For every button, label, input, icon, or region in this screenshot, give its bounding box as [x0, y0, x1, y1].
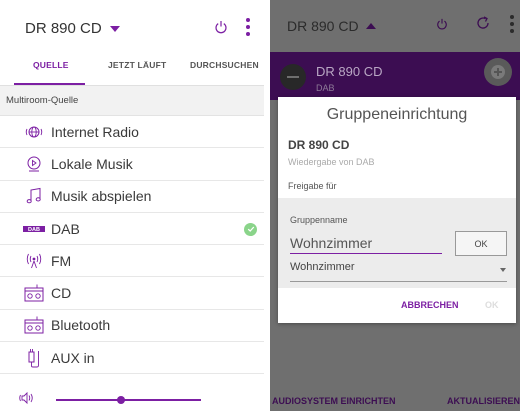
source-item-cd[interactable]: CD [0, 277, 264, 310]
check-icon [244, 222, 257, 236]
source-label: AUX in [51, 349, 95, 366]
right-topbar: DR 890 CD [270, 0, 520, 52]
more-menu-icon[interactable] [510, 15, 514, 36]
volume-slider-handle[interactable] [117, 396, 126, 404]
section-label: Multiroom-Quelle [0, 86, 264, 116]
device-selector-label[interactable]: DR 890 CD [25, 20, 102, 37]
confirm-button[interactable]: OK [485, 300, 499, 310]
source-label: CD [51, 285, 72, 302]
source-item-aux-in[interactable]: AUX in [0, 342, 264, 375]
tab-jetzt-laeuft[interactable]: JETZT LÄUFT [108, 60, 166, 70]
volume-icon [19, 391, 35, 410]
device-card-name: DR 890 CD [316, 64, 383, 79]
source-item-dab[interactable]: DAB DAB [0, 213, 264, 246]
source-tabs: QUELLE JETZT LÄUFT DURCHSUCHEN [0, 56, 264, 86]
source-label: Lokale Musik [51, 155, 133, 172]
more-menu-icon[interactable] [246, 18, 250, 39]
cancel-button[interactable]: ABBRECHEN [401, 300, 459, 310]
group-setup-dialog: Gruppeneinrichtung DR 890 CD Wiedergabe … [278, 97, 516, 323]
volume-slider-track[interactable] [56, 399, 201, 401]
refresh-icon[interactable] [475, 15, 491, 36]
source-label: DAB [51, 220, 80, 237]
internet-radio-icon [23, 124, 45, 140]
source-item-musik-abspielen[interactable]: Musik abspielen [0, 181, 264, 213]
group-select[interactable]: Wohnzimmer [290, 261, 507, 277]
dropdown-arrow-icon[interactable] [500, 268, 506, 272]
active-tab-indicator [14, 83, 85, 85]
power-icon[interactable] [436, 17, 448, 35]
source-item-bluetooth[interactable]: Bluetooth [0, 310, 264, 343]
left-topbar: DR 890 CD [0, 0, 264, 56]
group-name-input[interactable] [290, 232, 442, 254]
bluetooth-speaker-icon [23, 316, 45, 334]
group-name-ok-button[interactable]: OK [455, 231, 507, 256]
music-note-icon [23, 187, 45, 205]
tab-quelle[interactable]: QUELLE [33, 60, 69, 70]
dab-icon-text: DAB [28, 227, 40, 233]
volume-control [0, 386, 264, 411]
dialog-title: Gruppeneinrichtung [326, 106, 468, 123]
source-label: Musik abspielen [51, 188, 152, 205]
dialog-device-name: DR 890 CD [288, 138, 350, 152]
refresh-button[interactable]: AKTUALISIEREN [447, 396, 520, 406]
device-selector-label[interactable]: DR 890 CD [287, 18, 359, 34]
share-label: Freigabe für [288, 181, 337, 191]
chevron-down-icon[interactable] [109, 26, 120, 32]
source-label: Internet Radio [51, 123, 139, 140]
speaker-icon [280, 64, 306, 90]
dialog-subtitle: Wiedergabe von DAB [288, 157, 375, 167]
source-item-internet-radio[interactable]: Internet Radio [0, 116, 264, 149]
group-name-label: Gruppenname [290, 215, 348, 225]
dab-icon: DAB [23, 224, 45, 234]
device-card[interactable]: DR 890 CD DAB [270, 52, 520, 100]
setup-audio-system-button[interactable]: AUDIOSYSTEM EINRICHTEN [272, 396, 396, 406]
tab-durchsuchen[interactable]: DURCHSUCHEN [190, 60, 259, 70]
group-setup-screen: DR 890 CD DR 890 CD DAB AUDIOSYSTEM EINR… [270, 0, 520, 411]
source-item-fm[interactable]: FM [0, 245, 264, 278]
source-item-local-music[interactable]: Lokale Musik [0, 148, 264, 181]
source-label: FM [51, 252, 72, 269]
local-music-icon [23, 155, 45, 173]
chevron-up-icon[interactable] [365, 23, 376, 29]
fm-icon [23, 253, 45, 269]
power-icon[interactable] [214, 20, 228, 39]
cd-icon [23, 284, 45, 302]
source-panel: DR 890 CD QUELLE JETZT LÄUFT DURCHSUCHEN… [0, 0, 264, 411]
select-underline [290, 281, 507, 282]
aux-plug-icon [23, 348, 45, 368]
add-icon [491, 65, 505, 79]
device-card-source: DAB [316, 83, 335, 93]
source-label: Bluetooth [51, 317, 111, 334]
add-group-button[interactable] [484, 58, 512, 86]
